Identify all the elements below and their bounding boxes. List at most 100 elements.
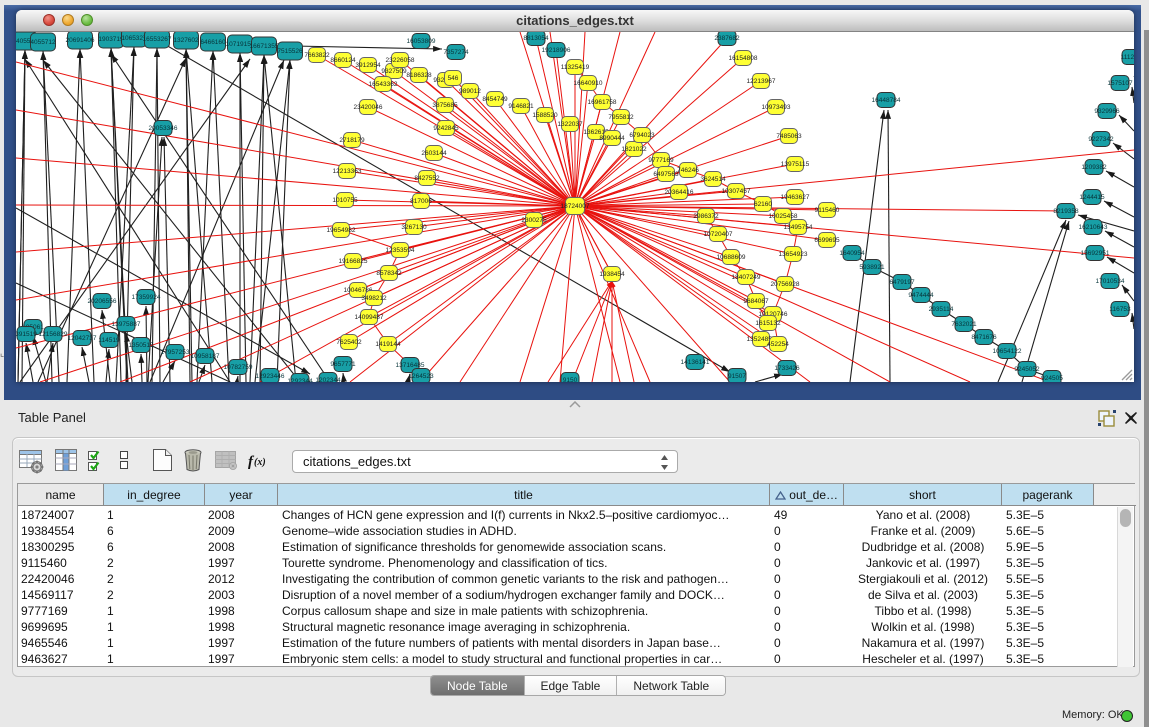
- svg-text:1821022: 1821022: [621, 146, 647, 153]
- svg-text:12156829: 12156829: [39, 331, 68, 338]
- svg-text:20691406: 20691406: [66, 37, 95, 44]
- svg-text:10720407: 10720407: [704, 231, 733, 238]
- svg-text:817006: 817006: [410, 198, 432, 205]
- svg-text:9115460: 9115460: [815, 207, 840, 214]
- svg-text:7955812: 7955812: [608, 114, 634, 121]
- svg-text:14136141: 14136141: [681, 359, 710, 366]
- svg-text:1903719: 1903719: [98, 36, 124, 43]
- svg-text:2986372: 2986372: [693, 213, 719, 220]
- svg-text:1202344: 1202344: [315, 377, 341, 382]
- svg-text:13975115: 13975115: [781, 161, 810, 168]
- svg-text:18724007: 18724007: [561, 203, 590, 210]
- svg-text:20206556: 20206556: [88, 298, 117, 305]
- svg-text:19166825: 19166825: [339, 258, 368, 265]
- svg-text:1010755: 1010755: [332, 197, 358, 204]
- svg-text:546: 546: [448, 75, 459, 82]
- svg-text:6794023: 6794023: [629, 132, 655, 139]
- svg-text:6466160: 6466160: [200, 39, 226, 46]
- svg-text:10958187: 10958187: [191, 353, 220, 360]
- svg-text:23226058: 23226058: [386, 57, 415, 64]
- svg-text:13495754: 13495754: [784, 224, 813, 231]
- svg-text:12923446: 12923446: [256, 373, 285, 380]
- svg-text:391519: 391519: [16, 331, 37, 338]
- svg-text:8186328: 8186328: [406, 72, 432, 79]
- svg-text:12213363: 12213363: [333, 168, 362, 175]
- svg-text:1640954: 1640954: [839, 250, 865, 257]
- svg-text:16053809: 16053809: [407, 38, 436, 45]
- svg-text:3498212: 3498212: [361, 295, 387, 302]
- svg-text:1615132: 1615132: [755, 320, 781, 327]
- svg-text:746246: 746246: [677, 167, 699, 174]
- svg-text:7625402: 7625402: [336, 339, 362, 346]
- svg-text:2387682: 2387682: [714, 35, 740, 42]
- svg-text:20364416: 20364416: [665, 189, 694, 196]
- svg-text:9474444: 9474444: [908, 292, 934, 299]
- svg-text:9684067: 9684067: [743, 298, 769, 305]
- svg-text:8427552: 8427552: [414, 175, 440, 182]
- svg-text:17010534: 17010534: [1096, 278, 1125, 285]
- svg-text:1322037: 1322037: [557, 121, 583, 128]
- svg-text:16448784: 16448784: [872, 97, 901, 104]
- svg-text:(x): (x): [254, 457, 266, 468]
- svg-text:9777169: 9777169: [648, 157, 674, 164]
- svg-text:16210643: 16210643: [1079, 224, 1108, 231]
- svg-text:4055712: 4055712: [30, 39, 56, 46]
- svg-text:114519: 114519: [98, 337, 120, 344]
- svg-text:14099487: 14099487: [355, 314, 384, 321]
- svg-text:2603144: 2603144: [421, 150, 447, 157]
- svg-text:10307457: 10307457: [722, 188, 751, 195]
- svg-text:16154808: 16154808: [729, 55, 758, 62]
- svg-text:10973493: 10973493: [762, 104, 791, 111]
- svg-text:16671355: 16671355: [250, 43, 279, 50]
- svg-text:19463627: 19463627: [781, 194, 810, 201]
- svg-text:17359924: 17359924: [132, 294, 161, 301]
- svg-text:6497563: 6497563: [653, 171, 679, 178]
- svg-text:20053346: 20053346: [149, 125, 178, 132]
- svg-text:1588520: 1588520: [532, 112, 558, 119]
- svg-text:16553267: 16553267: [143, 36, 172, 43]
- svg-text:13654923: 13654923: [779, 251, 808, 258]
- svg-text:9657771: 9657771: [330, 361, 356, 368]
- svg-text:5938921: 5938921: [859, 264, 885, 271]
- svg-text:8454749: 8454749: [482, 96, 508, 103]
- svg-text:7485063: 7485063: [776, 133, 802, 140]
- svg-text:2300275: 2300275: [521, 217, 547, 224]
- svg-text:1292344: 1292344: [287, 378, 313, 382]
- svg-text:7357274: 7357274: [443, 49, 469, 56]
- svg-text:3875685: 3875685: [432, 102, 458, 109]
- svg-text:8578342: 8578342: [376, 270, 402, 277]
- svg-text:8660124: 8660124: [330, 57, 356, 64]
- svg-text:2718179: 2718179: [339, 137, 365, 144]
- svg-text:10654122: 10654122: [993, 348, 1022, 355]
- svg-text:10688609: 10688609: [717, 254, 746, 261]
- svg-text:3624514: 3624514: [700, 176, 726, 183]
- svg-text:116753: 116753: [1109, 306, 1131, 313]
- svg-text:1327602: 1327602: [173, 37, 199, 44]
- svg-text:9329966: 9329966: [1094, 108, 1120, 115]
- svg-text:8471676: 8471676: [971, 334, 997, 341]
- svg-text:10782759: 10782759: [224, 364, 253, 371]
- svg-text:1575107: 1575107: [1107, 80, 1133, 87]
- svg-text:62160: 62160: [754, 201, 772, 208]
- svg-text:17957253: 17957253: [161, 349, 190, 356]
- svg-text:9245052: 9245052: [1014, 366, 1040, 373]
- svg-text:20756928: 20756928: [771, 281, 800, 288]
- svg-text:452254: 452254: [767, 341, 789, 348]
- svg-text:1209382: 1209382: [1081, 164, 1107, 171]
- svg-text:2935114: 2935114: [929, 306, 954, 313]
- svg-text:16961758: 16961758: [588, 99, 617, 106]
- svg-text:7663822: 7663822: [304, 52, 330, 59]
- svg-text:12213967: 12213967: [747, 78, 776, 85]
- svg-text:3912954: 3912954: [355, 62, 381, 69]
- svg-text:18407249: 18407249: [732, 274, 761, 281]
- svg-text:91507: 91507: [728, 373, 746, 380]
- svg-text:1244415: 1244415: [1079, 194, 1105, 201]
- svg-text:9242845: 9242845: [433, 125, 459, 132]
- svg-text:7515526: 7515526: [277, 48, 303, 55]
- svg-text:924505: 924505: [1041, 375, 1063, 382]
- svg-text:8990444: 8990444: [599, 135, 625, 142]
- svg-text:8219358: 8219358: [1053, 208, 1079, 215]
- svg-text:23420046: 23420046: [354, 104, 383, 111]
- svg-text:11325419: 11325419: [561, 64, 590, 71]
- svg-text:111254: 111254: [1121, 54, 1134, 61]
